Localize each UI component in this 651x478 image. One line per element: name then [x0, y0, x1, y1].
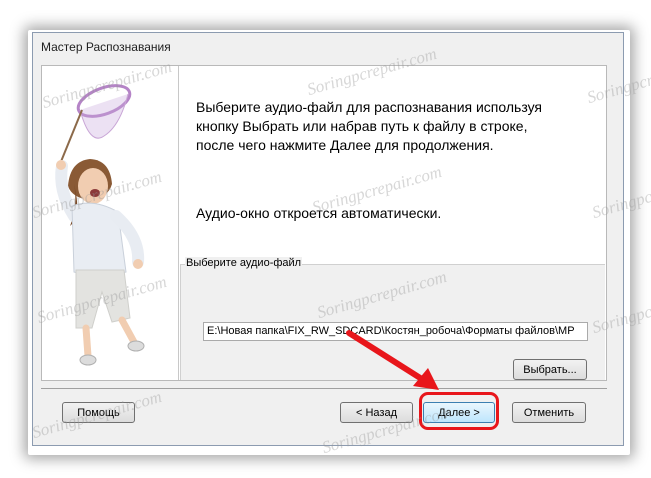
- red-arrow-annotation: [346, 330, 439, 390]
